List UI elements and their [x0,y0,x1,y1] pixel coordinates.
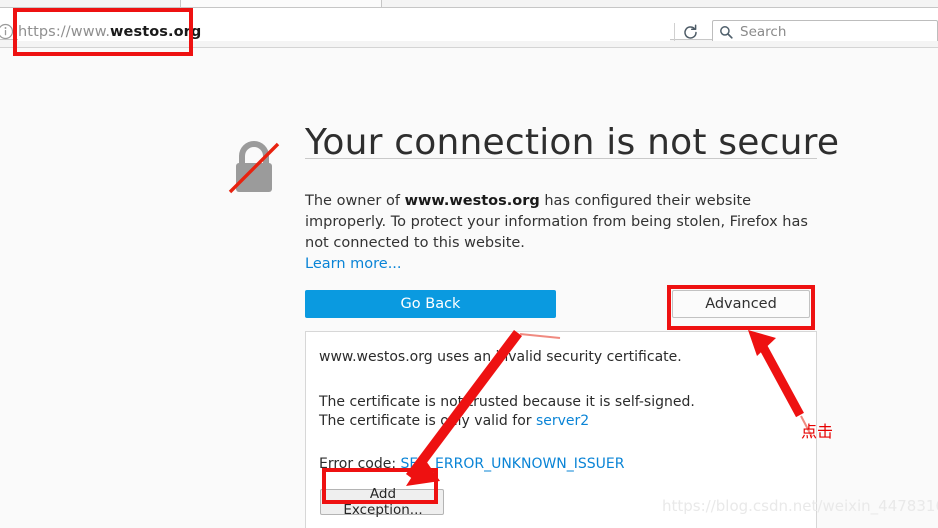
advanced-button[interactable]: Advanced [672,290,810,318]
certificate-reason: The certificate is not trusted because i… [319,394,695,410]
tab-strip [0,0,938,8]
toolbar-divider [674,23,675,41]
go-back-button[interactable]: Go Back [305,290,556,318]
url-host: westos.org [110,24,202,40]
browser-chrome: https://www.westos.org Search [0,0,938,48]
bookmarks-toolbar [0,41,938,48]
error-description-part1: The owner of [305,192,405,209]
broken-lock-icon [228,140,280,196]
error-description: The owner of www.westos.org has configur… [305,191,817,254]
certificate-valid-host[interactable]: server2 [536,413,589,429]
error-page-content: Your connection is not secure The owner … [0,48,938,528]
url-text: https://www.westos.org [18,24,201,40]
title-divider [305,158,817,159]
certificate-summary: www.westos.org uses an invalid security … [319,349,682,365]
navigation-toolbar: https://www.westos.org Search [0,8,938,47]
certificate-error-code-link[interactable]: SEC_ERROR_UNKNOWN_ISSUER [401,456,625,472]
certificate-error-code-row: Error code: SEC_ERROR_UNKNOWN_ISSUER [319,456,625,472]
watermark-text: https://blog.csdn.net/weixin_44783160 [662,497,938,515]
search-icon [719,25,733,39]
certificate-validity-prefix: The certificate is only valid for [319,413,536,429]
add-exception-button[interactable]: Add Exception... [320,486,444,518]
certificate-validity: The certificate is only valid for server… [319,413,589,429]
search-input[interactable]: Search [740,24,786,40]
error-description-host: www.westos.org [404,192,540,209]
learn-more-link[interactable]: Learn more... [305,256,402,272]
info-circle-icon[interactable] [0,22,14,40]
browser-tab[interactable] [180,0,382,7]
certificate-error-code-label: Error code: [319,456,401,472]
page-title: Your connection is not secure [305,122,840,164]
url-scheme: https://www. [18,24,111,40]
